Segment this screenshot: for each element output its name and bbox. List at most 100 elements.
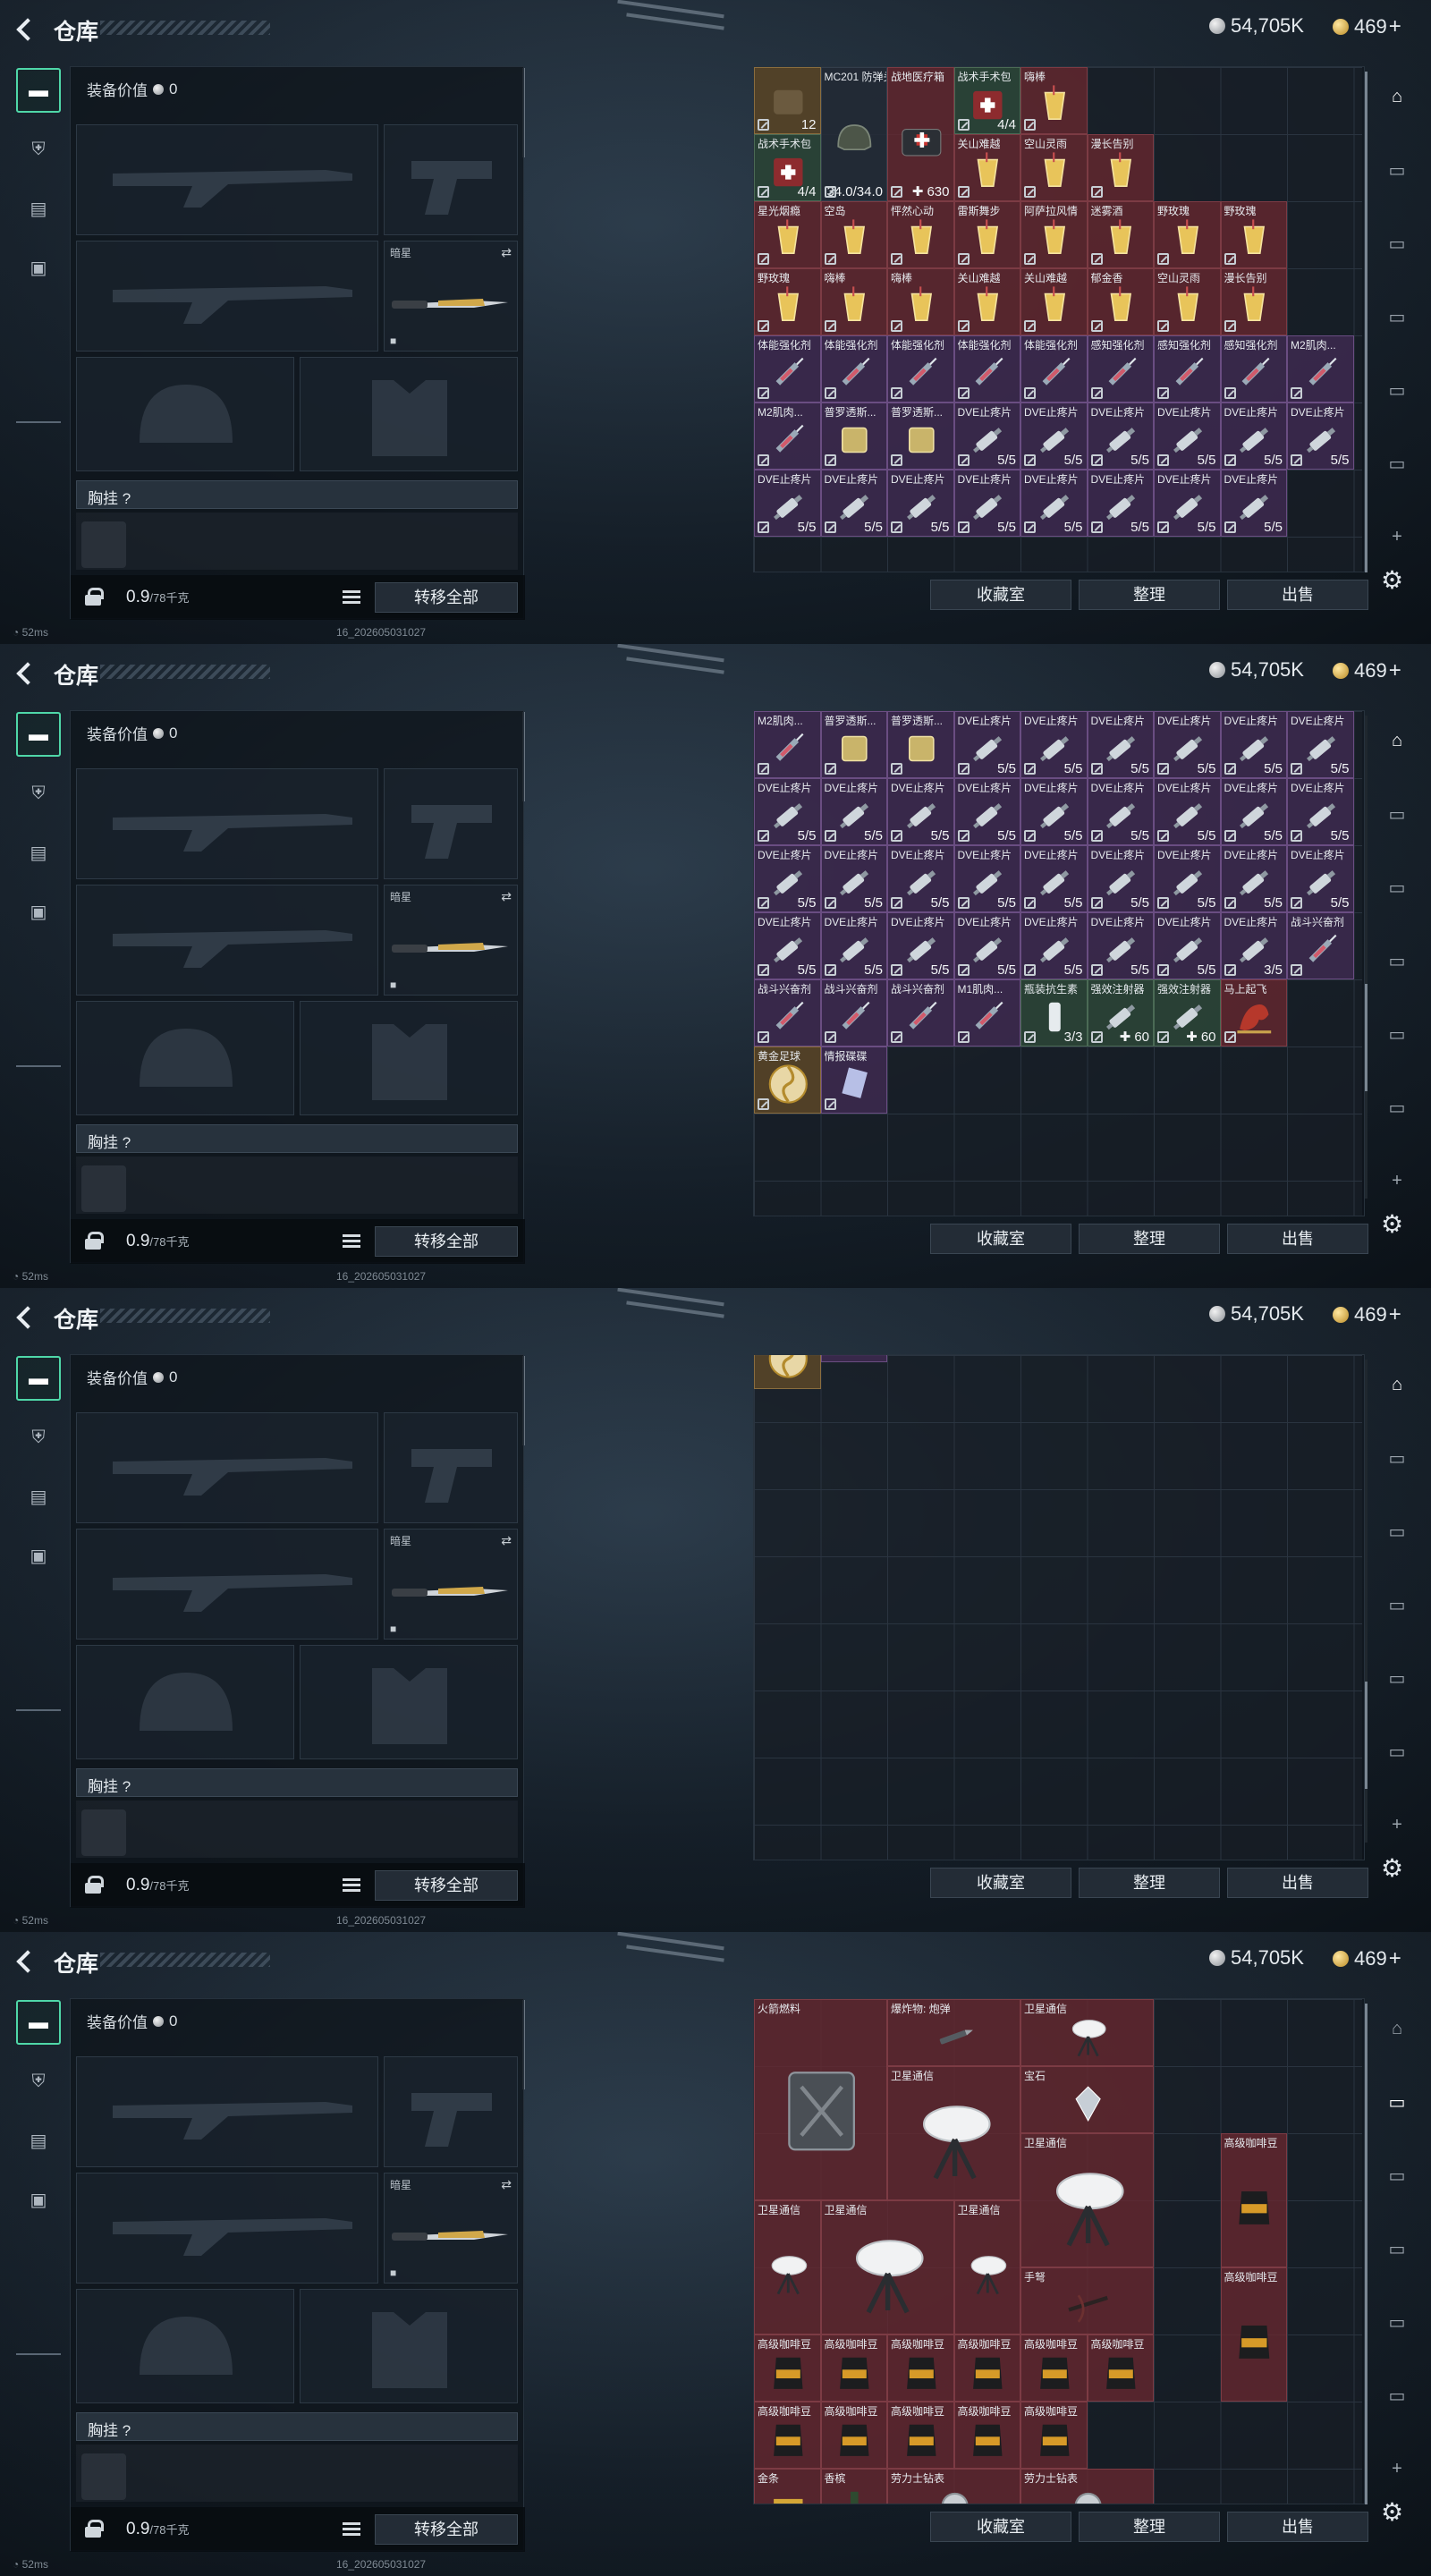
- inventory-item[interactable]: DVE止疼片 5/5: [1087, 778, 1154, 845]
- settings-gear-icon[interactable]: ⚙: [1381, 1209, 1408, 1238]
- rail-storage-5[interactable]: ▭: [1376, 2376, 1418, 2415]
- inventory-item[interactable]: DVE止疼片 5/5: [887, 778, 954, 845]
- inventory-item[interactable]: DVE止疼片 5/5: [754, 778, 821, 845]
- rail-add-storage[interactable]: +: [1376, 517, 1418, 556]
- inventory-item[interactable]: 高级咖啡豆: [1220, 2133, 1287, 2267]
- rail-add-storage[interactable]: +: [1376, 2449, 1418, 2488]
- inventory-item[interactable]: DVE止疼片 5/5: [1154, 402, 1221, 470]
- inventory-item[interactable]: 瓶装抗生素 3/3: [1020, 979, 1088, 1046]
- inventory-item[interactable]: DVE止疼片 5/5: [953, 912, 1020, 979]
- transfer-all-button[interactable]: 转移全部: [375, 582, 518, 613]
- primary-weapon-slot[interactable]: [76, 768, 378, 879]
- inventory-item[interactable]: DVE止疼片 5/5: [1154, 711, 1221, 778]
- settings-gear-icon[interactable]: ⚙: [1381, 2497, 1408, 2526]
- helmet-slot[interactable]: [76, 1645, 294, 1759]
- back-arrow-icon[interactable]: [14, 16, 39, 41]
- inventory-item[interactable]: DVE止疼片 5/5: [1287, 711, 1354, 778]
- organize-button[interactable]: 整理: [1079, 1868, 1220, 1898]
- rail-briefcase[interactable]: ▣: [16, 1533, 61, 1578]
- inventory-item[interactable]: 漫长告别: [1220, 268, 1287, 335]
- inventory-item[interactable]: 战术手术包 4/4: [754, 134, 821, 201]
- inventory-item[interactable]: 马上起飞: [1220, 979, 1287, 1046]
- inventory-item[interactable]: DVE止疼片 5/5: [1220, 711, 1287, 778]
- inventory-item[interactable]: 郁金香: [1087, 268, 1154, 335]
- inventory-item[interactable]: 空山灵雨: [1154, 268, 1221, 335]
- inventory-item[interactable]: 战术手术包 4/4: [953, 67, 1020, 134]
- inventory-item[interactable]: DVE止疼片 5/5: [953, 402, 1020, 470]
- inventory-item[interactable]: DVE止疼片 5/5: [1220, 778, 1287, 845]
- scrollbar-thumb[interactable]: [1365, 72, 1367, 572]
- inventory-item[interactable]: 雷斯舞步: [953, 201, 1020, 268]
- scrollbar-thumb[interactable]: [1365, 984, 1367, 1091]
- warehouse-scrollbar[interactable]: [1365, 716, 1367, 1199]
- inventory-item[interactable]: 爆炸物: 炮弹: [887, 1999, 1020, 2066]
- settings-gear-icon[interactable]: ⚙: [1381, 565, 1408, 594]
- back-arrow-icon[interactable]: [14, 1304, 39, 1329]
- inventory-item[interactable]: DVE止疼片 5/5: [1020, 711, 1088, 778]
- inventory-item[interactable]: 战斗兴奋剂: [1287, 912, 1354, 979]
- rail-clipboard[interactable]: ▤: [16, 1474, 61, 1519]
- armor-slot[interactable]: [300, 2289, 518, 2403]
- armor-slot[interactable]: [300, 357, 518, 471]
- warehouse-scrollbar[interactable]: [1365, 1360, 1367, 1843]
- sell-button[interactable]: 出售: [1227, 580, 1368, 610]
- rail-storage-1[interactable]: ▭: [1376, 1438, 1418, 1478]
- inventory-item[interactable]: 高级咖啡豆: [953, 2402, 1020, 2469]
- gold-currency[interactable]: 469 +: [1333, 1302, 1401, 1327]
- inventory-item[interactable]: DVE止疼片 5/5: [1154, 912, 1221, 979]
- gold-currency[interactable]: 469 +: [1333, 658, 1401, 683]
- rail-warehouse[interactable]: ⌂: [1376, 1365, 1418, 1404]
- inventory-item[interactable]: DVE止疼片 5/5: [1154, 845, 1221, 912]
- helmet-slot[interactable]: [76, 357, 294, 471]
- inventory-item[interactable]: DVE止疼片 5/5: [1087, 912, 1154, 979]
- sell-button[interactable]: 出售: [1227, 1224, 1368, 1254]
- melee-slot[interactable]: 暗星 ⇄ ■: [384, 241, 518, 352]
- chest-rig-header[interactable]: 胸挂 ?: [76, 480, 518, 509]
- rail-storage-2[interactable]: ▭: [1376, 2156, 1418, 2195]
- inventory-item[interactable]: 卫星通信: [953, 2200, 1020, 2334]
- inventory-item[interactable]: 卫星通信: [1020, 2133, 1154, 2267]
- organize-button[interactable]: 整理: [1079, 1224, 1220, 1254]
- back-arrow-icon[interactable]: [14, 1948, 39, 1973]
- lock-icon[interactable]: [85, 588, 104, 606]
- inventory-item[interactable]: DVE止疼片 5/5: [1087, 845, 1154, 912]
- inventory-item[interactable]: 嗨棒: [820, 268, 887, 335]
- inventory-item[interactable]: 体能强化剂: [1020, 335, 1088, 402]
- inventory-item[interactable]: 卫星通信: [820, 2200, 954, 2334]
- inventory-item[interactable]: 卫星通信: [1020, 1999, 1154, 2066]
- armor-slot[interactable]: [300, 1645, 518, 1759]
- inventory-item[interactable]: 高级咖啡豆: [887, 2402, 954, 2469]
- rail-storage-1[interactable]: ▭: [1376, 150, 1418, 190]
- collection-room-button[interactable]: 收藏室: [930, 2512, 1071, 2542]
- inventory-item[interactable]: 体能强化剂: [820, 335, 887, 402]
- lock-icon[interactable]: [85, 1232, 104, 1250]
- secondary-weapon-slot[interactable]: [76, 2173, 378, 2284]
- inventory-item[interactable]: DVE止疼片 5/5: [820, 845, 887, 912]
- inventory-item[interactable]: 战斗兴奋剂: [754, 979, 821, 1046]
- inventory-item[interactable]: 高级咖啡豆: [820, 2402, 887, 2469]
- warehouse-scrollbar[interactable]: [1365, 2004, 1367, 2504]
- collection-room-button[interactable]: 收藏室: [930, 1868, 1071, 1898]
- inventory-item[interactable]: DVE止疼片 5/5: [1020, 912, 1088, 979]
- transfer-all-button[interactable]: 转移全部: [375, 2514, 518, 2545]
- inventory-item[interactable]: MC201 防弹头盔 全铁双脚架34.0/34.0: [820, 67, 887, 201]
- inventory-item[interactable]: 强效注射器 ✚ 60: [1087, 979, 1154, 1046]
- inventory-item[interactable]: 怦然心动: [887, 201, 954, 268]
- inventory-item[interactable]: 黄金足球: [754, 1046, 821, 1114]
- inventory-item[interactable]: DVE止疼片 5/5: [953, 470, 1020, 537]
- inventory-item[interactable]: DVE止疼片 5/5: [1087, 711, 1154, 778]
- inventory-item[interactable]: DVE止疼片 3/5: [1220, 912, 1287, 979]
- inventory-item[interactable]: DVE止疼片 5/5: [1154, 778, 1221, 845]
- inventory-item[interactable]: 强效注射器 ✚ 60: [1154, 979, 1221, 1046]
- rail-storage-3[interactable]: ▭: [1376, 2229, 1418, 2268]
- inventory-item[interactable]: 感知强化剂: [1220, 335, 1287, 402]
- inventory-item[interactable]: 迷雾酒: [1087, 201, 1154, 268]
- inventory-item[interactable]: DVE止疼片 5/5: [953, 845, 1020, 912]
- inventory-item[interactable]: 空岛: [820, 201, 887, 268]
- inventory-item[interactable]: 手弩: [1020, 2267, 1154, 2334]
- inventory-item[interactable]: 高级咖啡豆: [1220, 2267, 1287, 2402]
- rail-storage-2[interactable]: ▭: [1376, 224, 1418, 263]
- inventory-item[interactable]: 关山难越: [953, 134, 1020, 201]
- rail-warehouse[interactable]: ⌂: [1376, 721, 1418, 760]
- inventory-item[interactable]: M2肌肉...: [754, 402, 821, 470]
